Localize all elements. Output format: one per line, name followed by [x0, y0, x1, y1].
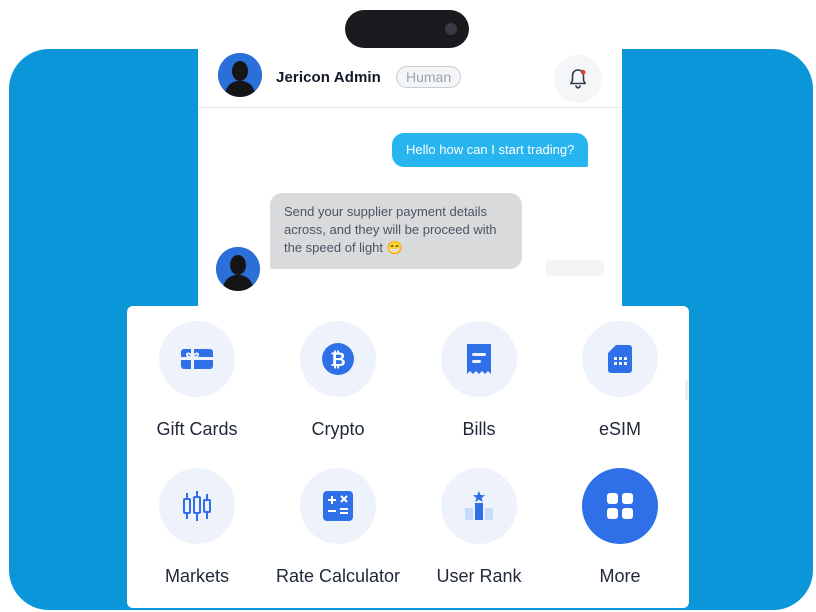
camera-icon — [445, 23, 457, 35]
phone-chat-screen: Jericon Admin Human Hello how can I star… — [198, 0, 622, 330]
receipt-icon — [441, 321, 517, 397]
menu-item-bills[interactable]: Bills — [409, 306, 549, 446]
outgoing-message: Hello how can I start trading? — [392, 133, 589, 167]
menu-label: eSIM — [598, 419, 641, 439]
menu-item-user-rank[interactable]: User Rank — [409, 453, 549, 593]
role-badge: Human — [396, 66, 462, 88]
notification-button[interactable] — [554, 55, 602, 103]
sim-card-icon — [582, 321, 658, 397]
rank-podium-icon — [441, 468, 517, 544]
calculator-icon — [300, 468, 376, 544]
notification-dot — [580, 69, 586, 75]
bitcoin-icon: ₿ — [300, 321, 376, 397]
user-avatar[interactable] — [218, 53, 262, 97]
menu-label: More — [599, 566, 641, 586]
bell-icon — [570, 69, 586, 89]
menu-item-gift-cards[interactable]: Gift Cards — [127, 306, 267, 446]
menu-item-more[interactable]: More — [550, 453, 690, 593]
menu-label: Gift Cards — [156, 419, 238, 439]
menu-label: User Rank — [436, 566, 522, 586]
scroll-indicator — [685, 380, 688, 400]
phone-notch — [345, 10, 469, 48]
menu-item-markets[interactable]: Markets — [127, 453, 267, 593]
admin-name: Jericon Admin — [276, 69, 381, 86]
menu-label: Markets — [164, 566, 229, 586]
menu-label: Crypto — [311, 419, 365, 439]
sender-avatar — [216, 247, 260, 291]
menu-item-crypto[interactable]: ₿ Crypto — [268, 306, 408, 446]
chat-header: Jericon Admin Human — [198, 50, 622, 108]
services-menu: Gift Cards ₿ Crypto Bills eSIM Markets R… — [127, 306, 689, 608]
gift-card-icon — [159, 321, 235, 397]
svg-text:₿: ₿ — [330, 349, 345, 371]
menu-label: Rate Calculator — [275, 566, 401, 586]
menu-item-rate-calculator[interactable]: Rate Calculator — [268, 453, 408, 593]
typing-placeholder — [546, 260, 604, 276]
incoming-message: Send your supplier payment details acros… — [270, 193, 522, 269]
candlestick-chart-icon — [159, 468, 235, 544]
menu-label: Bills — [462, 419, 496, 439]
menu-item-esim[interactable]: eSIM — [550, 306, 690, 446]
grid-icon — [582, 468, 658, 544]
